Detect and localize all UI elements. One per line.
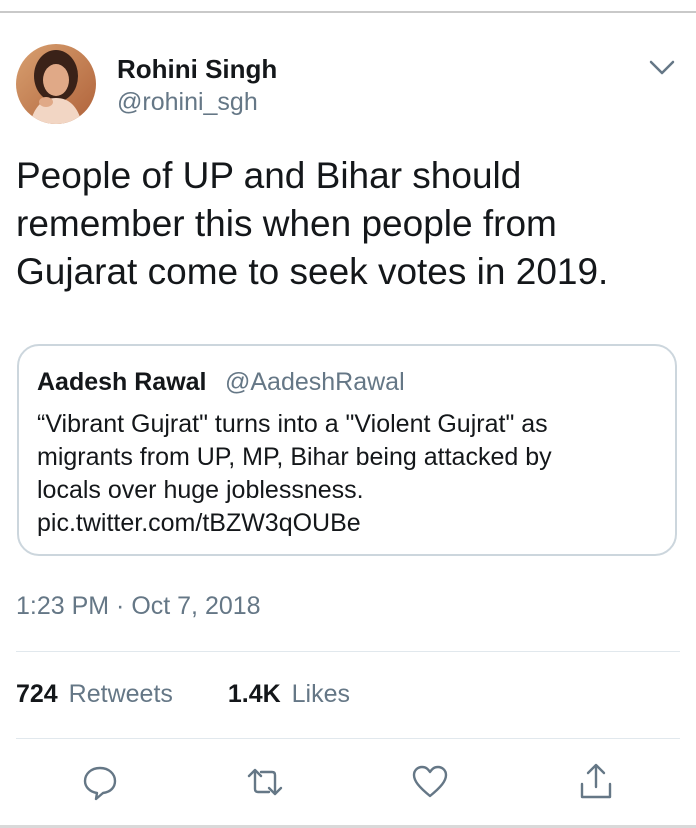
likes-count: 1.4K bbox=[227, 680, 281, 708]
tweet-line: Gujarat come to seek votes in 2019. bbox=[16, 251, 609, 292]
retweets-label: Retweets bbox=[68, 680, 173, 708]
author-handle[interactable]: @rohini_sgh bbox=[117, 88, 258, 117]
divider bbox=[16, 738, 680, 739]
quoted-author-name: Aadesh Rawal bbox=[37, 368, 207, 396]
chevron-down-icon[interactable] bbox=[648, 56, 676, 78]
heart-icon[interactable] bbox=[410, 762, 450, 802]
engagement-stats: 724 Retweets 1.4K Likes bbox=[16, 680, 398, 709]
reply-icon[interactable] bbox=[80, 762, 120, 802]
quoted-line: “Vibrant Gujrat" turns into a "Violent G… bbox=[37, 410, 548, 438]
tweet-line: People of UP and Bihar should bbox=[16, 155, 522, 196]
quoted-author-handle: @AadeshRawal bbox=[225, 368, 405, 396]
likes-label: Likes bbox=[291, 680, 350, 708]
divider bbox=[16, 651, 680, 652]
likes-stat[interactable]: 1.4K Likes bbox=[228, 680, 350, 709]
avatar-image bbox=[16, 44, 96, 124]
avatar[interactable] bbox=[16, 44, 96, 124]
quoted-tweet-text: “Vibrant Gujrat" turns into a "Violent G… bbox=[37, 408, 657, 540]
top-divider bbox=[0, 11, 696, 13]
retweets-count: 724 bbox=[16, 680, 58, 708]
tweet-timestamp: 1:23 PM · Oct 7, 2018 bbox=[16, 592, 261, 620]
author-name[interactable]: Rohini Singh bbox=[117, 54, 277, 85]
quoted-line: locals over huge joblessness. bbox=[37, 476, 364, 504]
quoted-line: migrants from UP, MP, Bihar being attack… bbox=[37, 443, 552, 471]
tweet-text: People of UP and Bihar should remember t… bbox=[16, 152, 666, 296]
retweet-icon[interactable] bbox=[245, 762, 285, 802]
quoted-tweet-card[interactable]: Aadesh Rawal @AadeshRawal “Vibrant Gujra… bbox=[17, 344, 677, 556]
tweet-line: remember this when people from bbox=[16, 203, 557, 244]
share-icon[interactable] bbox=[576, 762, 616, 802]
quoted-link[interactable]: pic.twitter.com/tBZW3qOUBe bbox=[37, 507, 657, 540]
retweets-stat[interactable]: 724 Retweets bbox=[16, 680, 173, 709]
